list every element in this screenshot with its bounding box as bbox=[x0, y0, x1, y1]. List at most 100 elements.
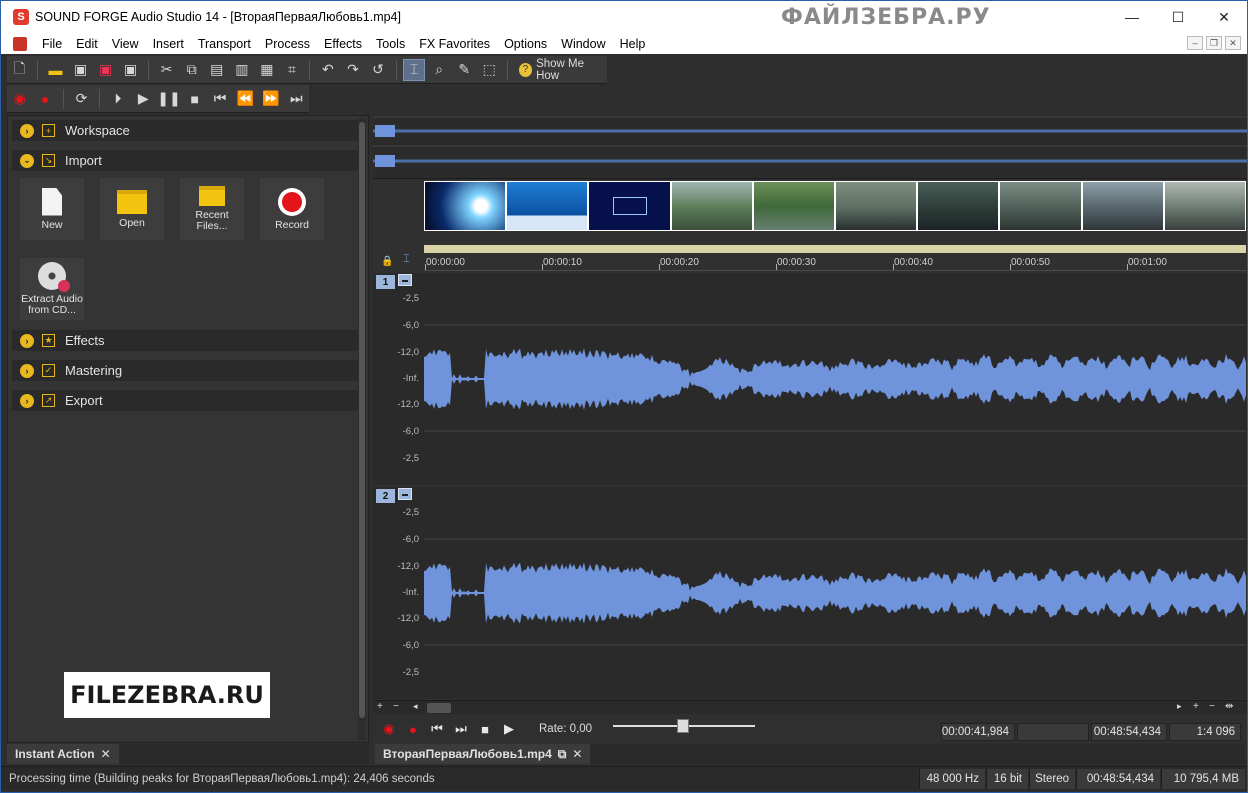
scroll-left-icon[interactable]: ◂ bbox=[413, 701, 418, 712]
section-workspace[interactable]: › + Workspace bbox=[12, 120, 358, 141]
close-button[interactable]: ✕ bbox=[1201, 1, 1247, 33]
zoom-in-h-icon[interactable]: + bbox=[1193, 701, 1199, 712]
section-import[interactable]: ⌄ ↘ Import bbox=[12, 150, 358, 171]
track-2[interactable]: 2 -2,5 -6,0 -12,0 -Inf. -12,0 -6,0 -2,5 bbox=[373, 487, 1247, 699]
tile-open[interactable]: Open bbox=[100, 178, 164, 240]
zoom-out-h-icon[interactable]: − bbox=[1209, 701, 1215, 712]
record-icon[interactable]: ● bbox=[403, 719, 423, 739]
repeat-icon[interactable]: ↺ bbox=[367, 59, 388, 81]
bit-depth[interactable]: 16 bit bbox=[986, 769, 1028, 789]
close-tab-icon[interactable]: ✕ bbox=[101, 747, 111, 761]
menu-file[interactable]: File bbox=[35, 37, 69, 51]
tile-recent-files[interactable]: Recent Files... bbox=[180, 178, 244, 240]
rate-slider[interactable] bbox=[613, 719, 755, 733]
save-icon[interactable]: ▣ bbox=[70, 59, 91, 81]
menu-tools[interactable]: Tools bbox=[369, 37, 412, 51]
channels[interactable]: Stereo bbox=[1029, 769, 1075, 789]
horizontal-scrollbar[interactable]: + − ◂ ▸ + − ⇹ bbox=[373, 700, 1247, 714]
mix-icon[interactable]: ▥ bbox=[231, 59, 252, 81]
event-tool-icon[interactable]: ⬚ bbox=[479, 59, 500, 81]
snap-cursor-icon[interactable]: ⌶ bbox=[403, 253, 410, 266]
play-all-icon[interactable]: ⏵ bbox=[107, 88, 128, 110]
scroll-right-icon[interactable]: ▸ bbox=[1177, 701, 1182, 712]
save-as-icon[interactable]: ▣ bbox=[95, 59, 116, 81]
lock-icon[interactable]: 🔒 bbox=[381, 256, 393, 267]
cut-icon[interactable]: ✂ bbox=[156, 59, 177, 81]
document-icon[interactable] bbox=[13, 36, 27, 51]
slider-thumb[interactable] bbox=[677, 719, 689, 733]
crop-icon[interactable]: ⌗ bbox=[281, 59, 302, 81]
copy-icon[interactable]: ⧉ bbox=[181, 59, 202, 81]
mdi-minimize-button[interactable]: – bbox=[1187, 36, 1203, 50]
track-minimize-button[interactable] bbox=[398, 488, 412, 500]
mdi-close-button[interactable]: ✕ bbox=[1225, 36, 1241, 50]
magnify-tool-icon[interactable]: ⌕ bbox=[429, 59, 450, 81]
tile-new[interactable]: New bbox=[20, 178, 84, 240]
menu-options[interactable]: Options bbox=[497, 37, 554, 51]
undo-icon[interactable]: ↶ bbox=[317, 59, 338, 81]
zoom-out-icon[interactable]: − bbox=[393, 701, 399, 712]
sample-rate[interactable]: 48 000 Hz bbox=[919, 769, 985, 789]
show-me-how-button[interactable]: ? Show Me How bbox=[518, 58, 607, 82]
menu-edit[interactable]: Edit bbox=[69, 37, 105, 51]
new-file-icon[interactable]: 🗋 bbox=[9, 59, 30, 81]
track-minimize-button[interactable] bbox=[398, 274, 412, 286]
section-mastering[interactable]: › ✓ Mastering bbox=[12, 360, 358, 381]
tab-instant-action[interactable]: Instant Action ✕ bbox=[7, 744, 119, 764]
paste-special-icon[interactable]: ▦ bbox=[256, 59, 277, 81]
rewind-icon[interactable]: ⏪ bbox=[235, 88, 256, 110]
file-length[interactable]: 00:48:54,434 bbox=[1091, 723, 1167, 741]
paste-icon[interactable]: ▤ bbox=[206, 59, 227, 81]
maximize-button[interactable]: ☐ bbox=[1155, 1, 1201, 33]
zoom-fit-icon[interactable]: ⇹ bbox=[1225, 701, 1233, 712]
menu-window[interactable]: Window bbox=[554, 37, 612, 51]
record-arm-icon[interactable]: ◉ bbox=[379, 719, 399, 739]
play-icon[interactable]: ▶ bbox=[499, 719, 519, 739]
float-window-icon[interactable]: ⧉ bbox=[558, 747, 567, 762]
menu-effects[interactable]: Effects bbox=[317, 37, 369, 51]
play-icon[interactable]: ▶ bbox=[133, 88, 154, 110]
selection-bar[interactable] bbox=[424, 245, 1246, 253]
fast-forward-icon[interactable]: ⏩ bbox=[260, 88, 281, 110]
section-effects[interactable]: › ★ Effects bbox=[12, 330, 358, 351]
mdi-restore-button[interactable]: ❐ bbox=[1206, 36, 1222, 50]
record-icon[interactable]: ● bbox=[34, 88, 55, 110]
open-folder-icon[interactable]: ▬ bbox=[45, 59, 66, 81]
pencil-tool-icon[interactable]: ✎ bbox=[454, 59, 475, 81]
redo-icon[interactable]: ↷ bbox=[342, 59, 363, 81]
go-to-start-icon[interactable]: ⏮ bbox=[427, 719, 447, 739]
track-1[interactable]: 1 -2,5 -6,0 -12,0 -Inf. -12,0 -6,0 -2,5 bbox=[373, 273, 1247, 485]
scroll-thumb[interactable] bbox=[427, 703, 451, 713]
section-export[interactable]: › ↗ Export bbox=[12, 390, 358, 411]
go-to-end-icon[interactable]: ⏭ bbox=[286, 88, 307, 110]
menu-transport[interactable]: Transport bbox=[191, 37, 258, 51]
menu-fx-favorites[interactable]: FX Favorites bbox=[412, 37, 497, 51]
record-arm-icon[interactable]: ◉ bbox=[9, 88, 30, 110]
selection-length[interactable] bbox=[1017, 723, 1089, 741]
cursor-position[interactable]: 00:00:41,984 bbox=[941, 723, 1015, 741]
go-to-end-icon[interactable]: ⏭ bbox=[451, 719, 471, 739]
video-thumbnail bbox=[589, 182, 670, 230]
stop-icon[interactable]: ■ bbox=[475, 719, 495, 739]
pause-icon[interactable]: ❚❚ bbox=[157, 88, 180, 110]
time-ruler[interactable]: 00:00:00 00:00:10 00:00:20 00:00:30 00:0… bbox=[424, 255, 1246, 271]
edit-tool-icon[interactable]: ⌶ bbox=[403, 58, 425, 81]
close-tab-icon[interactable]: ✕ bbox=[572, 747, 582, 761]
zoom-ratio[interactable]: 1:4 096 bbox=[1169, 723, 1241, 741]
stop-icon[interactable]: ■ bbox=[184, 88, 205, 110]
loop-icon[interactable]: ⟳ bbox=[71, 88, 92, 110]
menu-help[interactable]: Help bbox=[613, 37, 653, 51]
video-strip[interactable] bbox=[424, 181, 1246, 231]
tile-extract-audio[interactable]: Extract Audio from CD... bbox=[20, 258, 84, 320]
save-all-icon[interactable]: ▣ bbox=[120, 59, 141, 81]
tile-record[interactable]: Record bbox=[260, 178, 324, 240]
go-to-start-icon[interactable]: ⏮ bbox=[209, 88, 230, 110]
zoom-in-icon[interactable]: + bbox=[377, 701, 383, 712]
menu-insert[interactable]: Insert bbox=[146, 37, 191, 51]
menu-view[interactable]: View bbox=[105, 37, 146, 51]
overview-bar[interactable] bbox=[373, 115, 1247, 179]
tab-document[interactable]: ВтораяПерваяЛюбовь1.mp4 ⧉ ✕ bbox=[375, 744, 591, 764]
panel-scrollbar[interactable] bbox=[358, 118, 366, 740]
minimize-button[interactable]: — bbox=[1109, 1, 1155, 33]
menu-process[interactable]: Process bbox=[258, 37, 317, 51]
